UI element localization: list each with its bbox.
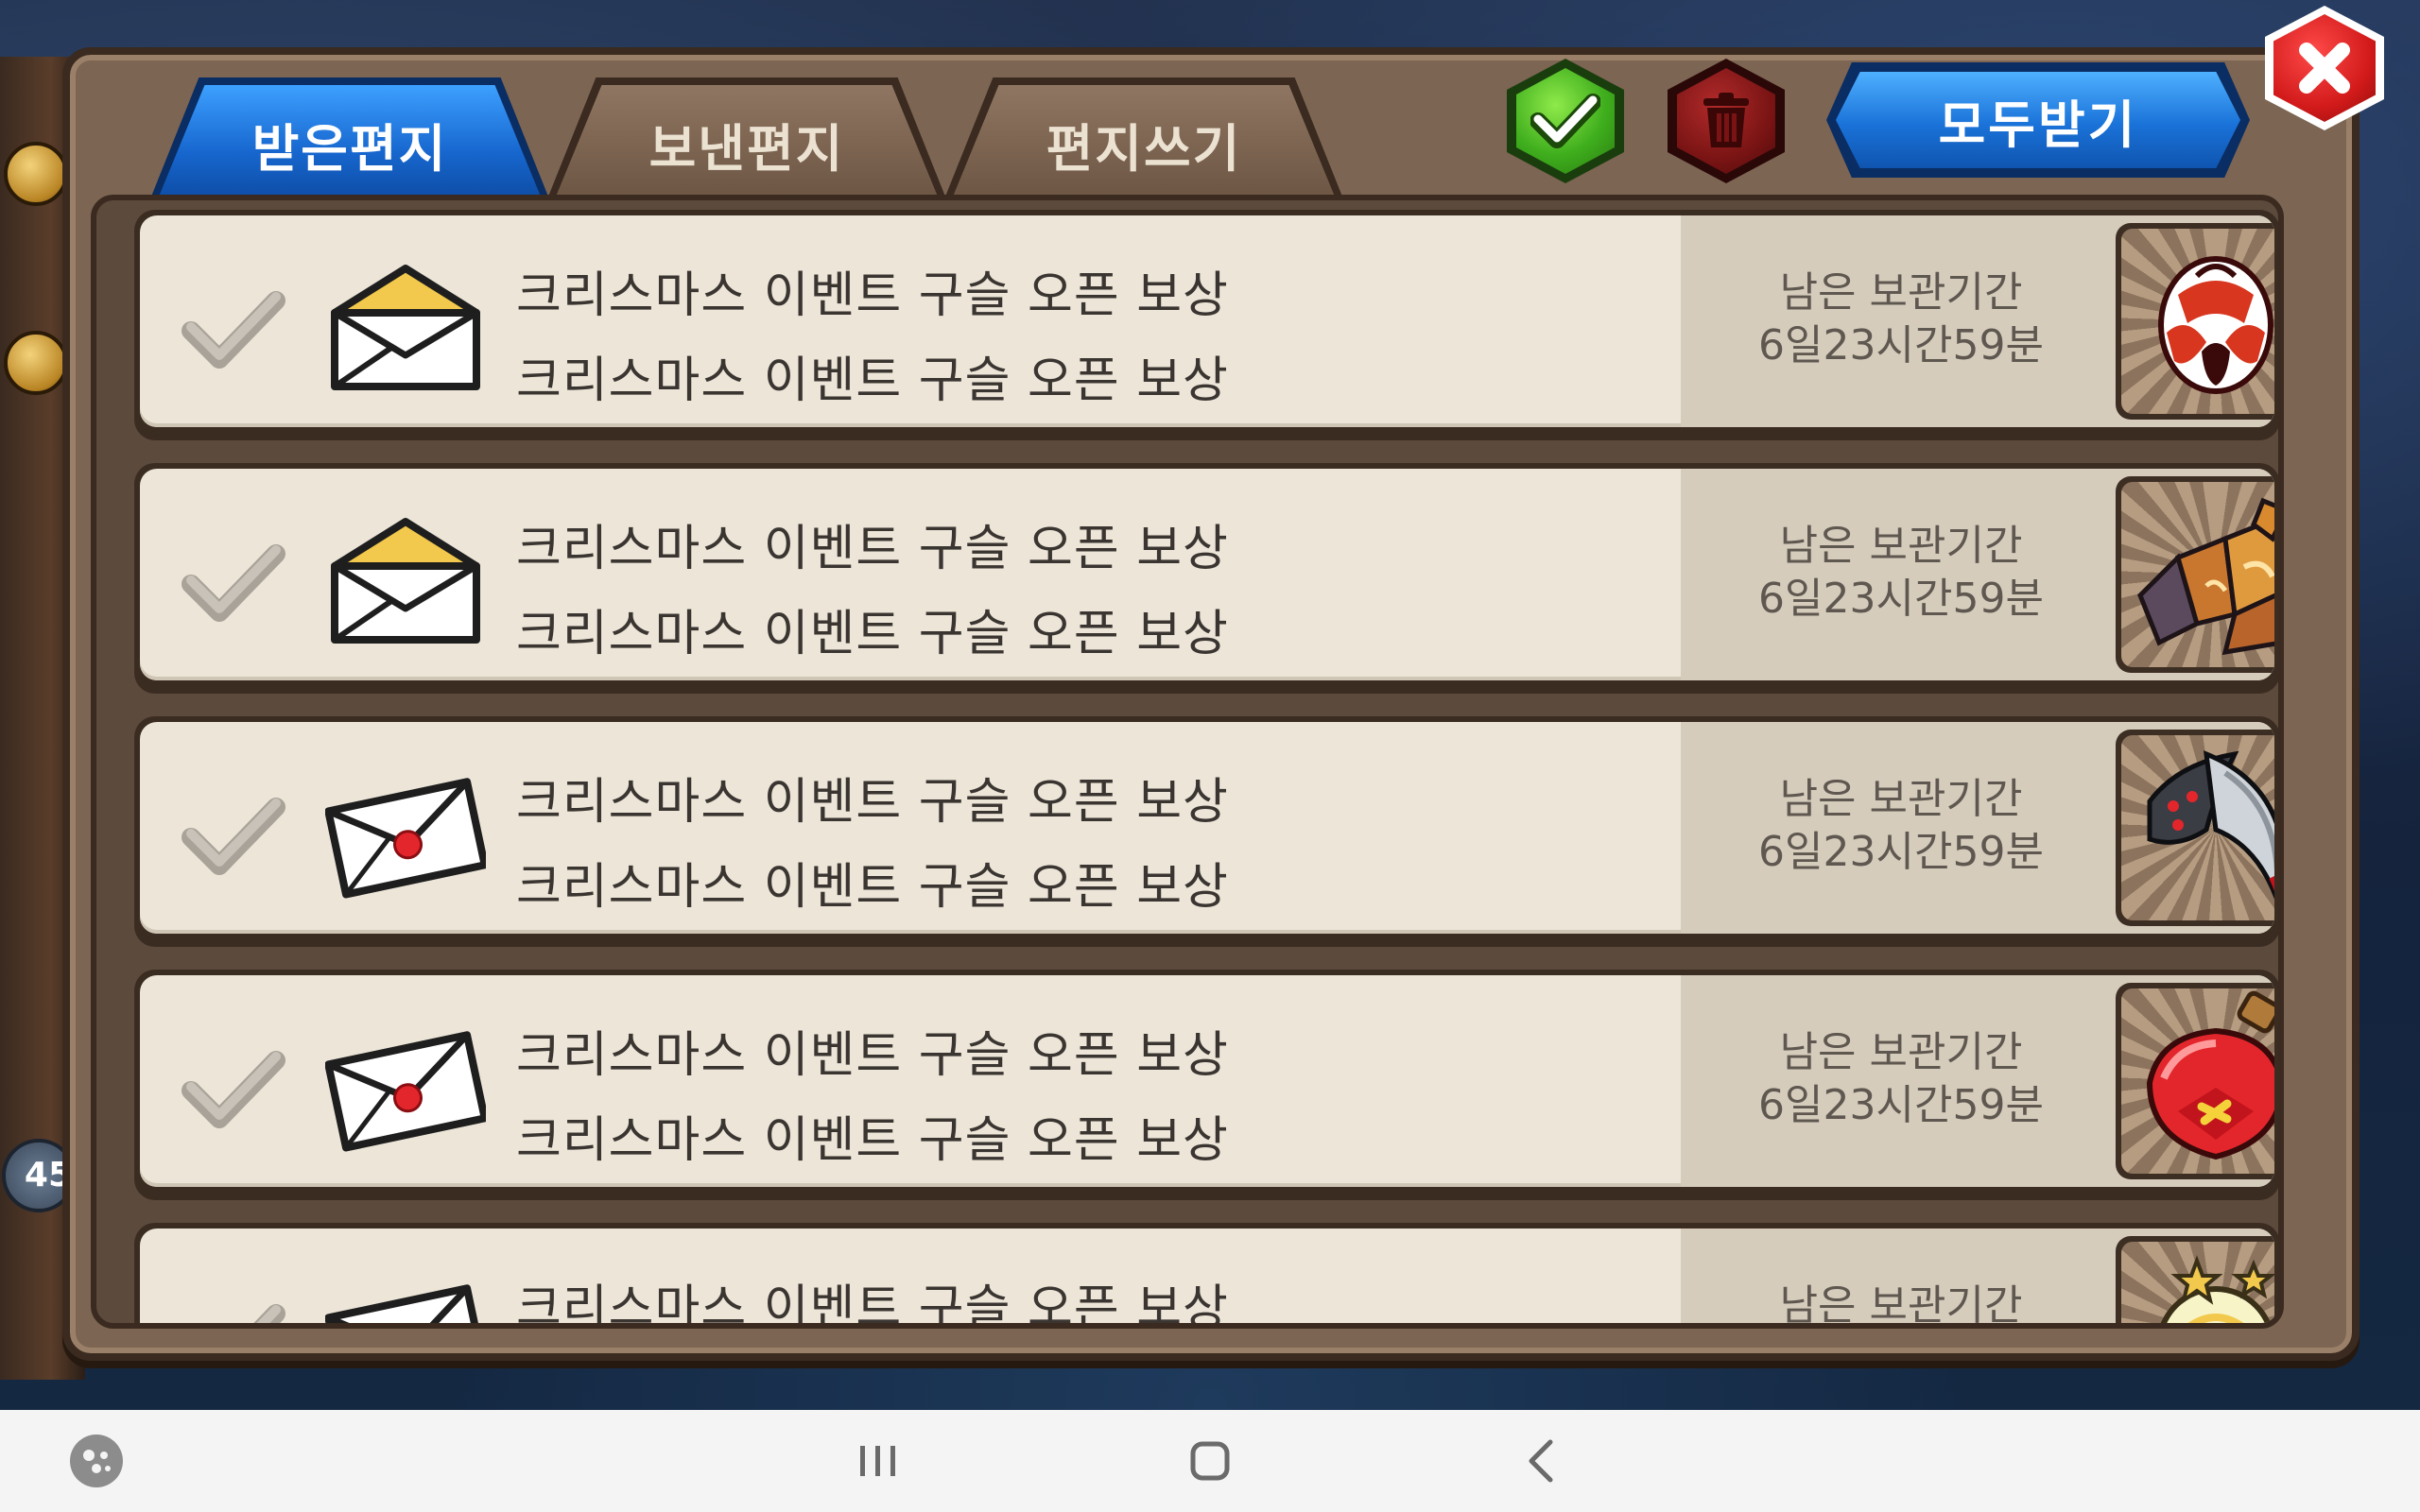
tab-write-mail[interactable]: 편지쓰기: [945, 77, 1342, 197]
opened-envelope-icon: [331, 518, 480, 644]
expire-value: 6일23시간59분: [1758, 575, 2044, 623]
expire-value: 6일23시간59분: [1758, 1081, 2044, 1129]
expire-label: 남은 보관기간: [1779, 268, 2023, 317]
select-checkbox-icon[interactable]: [178, 1297, 291, 1329]
mail-title: 크리스마스 이벤트 구슬 오픈 보상: [516, 774, 1229, 831]
tab-sent-mail[interactable]: 보낸편지: [548, 77, 945, 197]
mail-subtitle: 크리스마스 이벤트 구슬 오픈 보상: [516, 1112, 1229, 1169]
home-icon[interactable]: [1180, 1431, 1240, 1491]
select-checkbox-icon[interactable]: [178, 1043, 291, 1138]
mail-title: 크리스마스 이벤트 구슬 오픈 보상: [516, 1027, 1229, 1084]
checkmark-icon: [1530, 94, 1600, 148]
mail-title: 크리스마스 이벤트 구슬 오픈 보상: [516, 267, 1229, 324]
mail-subtitle: 크리스마스 이벤트 구슬 오픈 보상: [516, 859, 1229, 916]
close-icon: [2299, 43, 2350, 94]
opened-envelope-icon: [331, 265, 480, 390]
sealed-envelope-icon: [325, 778, 486, 899]
game-launcher-icon[interactable]: [66, 1431, 127, 1491]
red-potion-icon: [2146, 990, 2274, 1160]
tab-received-mail[interactable]: 받은편지: [151, 77, 548, 197]
back-icon[interactable]: [1512, 1431, 1573, 1491]
tab-label: 보낸편지: [648, 118, 845, 179]
badge-coin-icon: [4, 331, 68, 395]
mail-row[interactable]: 크리스마스 이벤트 구슬 오픈 보상 크리스마스 이벤트 구슬 오픈 보상 남은…: [134, 210, 2278, 440]
receive-all-label: 모두받기: [1836, 72, 2240, 168]
help-coin-icon: [4, 142, 68, 206]
mail-title: 크리스마스 이벤트 구슬 오픈 보상: [516, 1280, 1229, 1329]
select-checkbox-icon[interactable]: [178, 284, 291, 378]
expire-label: 남은 보관기간: [1779, 1281, 2023, 1329]
expire-label: 남은 보관기간: [1779, 1028, 2023, 1076]
mail-row[interactable]: 크리스마스 이벤트 구슬 오픈 보상 크리스마스 이벤트 구슬 오픈 보상 남은…: [134, 463, 2278, 694]
crystal-gauntlet-icon: [2137, 497, 2274, 656]
reward-item-slot[interactable]: [2116, 730, 2274, 926]
mail-list[interactable]: 크리스마스 이벤트 구슬 오픈 보상 크리스마스 이벤트 구슬 오픈 보상 남은…: [91, 195, 2284, 1329]
mail-row[interactable]: 크리스마스 이벤트 구슬 오픈 보상 남은 보관기간: [134, 1223, 2278, 1329]
mail-subtitle: 크리스마스 이벤트 구슬 오픈 보상: [516, 606, 1229, 662]
mail-row[interactable]: 크리스마스 이벤트 구슬 오픈 보상 크리스마스 이벤트 구슬 오픈 보상 남은…: [134, 716, 2278, 947]
claw-blade-icon: [2147, 750, 2274, 900]
reward-item-slot[interactable]: [2116, 1236, 2274, 1323]
red-egg-icon: [2158, 256, 2273, 394]
system-navigation-bar: [0, 1410, 2420, 1512]
tab-label: 받은편지: [251, 118, 448, 179]
reward-item-slot[interactable]: [2116, 223, 2274, 420]
recent-apps-icon[interactable]: [847, 1431, 908, 1491]
mail-subtitle: 크리스마스 이벤트 구슬 오픈 보상: [516, 352, 1229, 409]
tab-label: 편지쓰기: [1046, 118, 1242, 179]
trash-icon: [1703, 93, 1749, 147]
star-orb-icon: [2160, 1255, 2274, 1323]
mail-title: 크리스마스 이벤트 구슬 오픈 보상: [516, 521, 1229, 577]
reward-item-slot[interactable]: [2116, 476, 2274, 673]
receive-all-button[interactable]: 모두받기: [1826, 62, 2250, 178]
expire-value: 6일23시간59분: [1758, 828, 2044, 876]
mail-row[interactable]: 크리스마스 이벤트 구슬 오픈 보상 크리스마스 이벤트 구슬 오픈 보상 남은…: [134, 970, 2278, 1200]
expire-value: 6일23시간59분: [1758, 321, 2044, 369]
expire-label: 남은 보관기간: [1779, 522, 2023, 570]
select-checkbox-icon[interactable]: [178, 537, 291, 631]
reward-item-slot[interactable]: [2116, 983, 2274, 1179]
sealed-envelope-icon: [325, 1031, 486, 1152]
expire-label: 남은 보관기간: [1779, 775, 2023, 823]
sealed-envelope-icon: [325, 1284, 486, 1323]
select-checkbox-icon[interactable]: [178, 790, 291, 885]
